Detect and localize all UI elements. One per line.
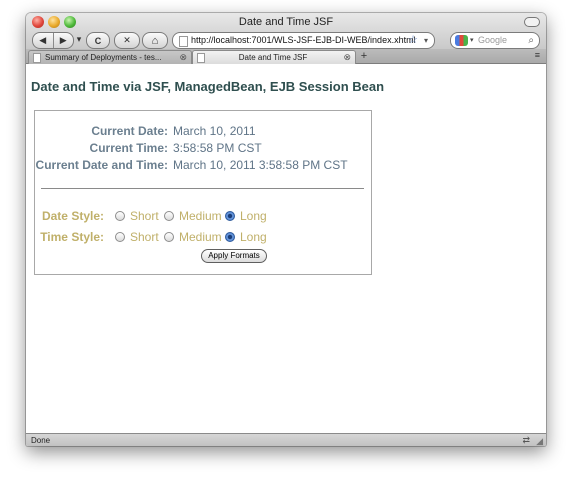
home-button[interactable]: ⌂ <box>142 32 168 49</box>
option-label: Medium <box>179 230 222 244</box>
date-style-short-radio[interactable] <box>115 211 125 221</box>
tab-label: Date and Time JSF <box>238 53 308 62</box>
time-style-medium-radio[interactable] <box>164 232 174 242</box>
reload-icon: C <box>94 35 102 46</box>
current-date-value: March 10, 2011 <box>173 124 256 138</box>
option-label: Short <box>130 230 159 244</box>
search-box[interactable]: ▾ Google ⌕ <box>450 32 540 49</box>
time-style-long-radio[interactable] <box>225 232 235 242</box>
stop-icon: ✕ <box>123 35 131 45</box>
current-time-row: Current Time: 3:58:58 PM CST <box>35 140 371 156</box>
window-title: Date and Time JSF <box>238 16 334 28</box>
page-icon <box>197 53 205 63</box>
date-style-long-radio[interactable] <box>225 211 235 221</box>
date-time-form: Current Date: March 10, 2011 Current Tim… <box>34 110 372 275</box>
time-style-short-option[interactable]: Short <box>115 229 159 245</box>
current-time-label: Current Time: <box>89 141 168 155</box>
browser-window: Date and Time JSF ◀ ▶ ▾ C ✕ ⌂ http://loc… <box>26 13 546 446</box>
option-label: Short <box>130 209 159 223</box>
stop-button[interactable]: ✕ <box>114 32 140 49</box>
bookmark-star-icon[interactable]: ☆ <box>408 33 418 48</box>
toolbar-toggle-button[interactable] <box>524 17 540 27</box>
current-time-value: 3:58:58 PM CST <box>173 141 262 155</box>
url-bar[interactable]: http://localhost:7001/WLS-JSF-EJB-DI-WEB… <box>172 32 435 49</box>
current-date-label: Current Date: <box>91 124 168 138</box>
page-icon <box>179 36 188 47</box>
apply-formats-button[interactable]: Apply Formats <box>201 249 267 263</box>
tab-list-icon[interactable]: ≡ <box>535 50 540 60</box>
back-forward-group: ◀ ▶ <box>32 32 74 49</box>
date-style-long-option[interactable]: Long <box>225 208 267 224</box>
status-bar: Done ⇄ ◢ <box>26 433 546 446</box>
divider <box>41 188 364 189</box>
page-content: Date and Time via JSF, ManagedBean, EJB … <box>26 64 546 433</box>
title-bar: Date and Time JSF ◀ ▶ ▾ C ✕ ⌂ http://loc… <box>26 13 546 50</box>
tab-bar: Summary of Deployments - tes... ⊗ Date a… <box>26 49 546 64</box>
option-label: Long <box>240 209 267 223</box>
option-label: Long <box>240 230 267 244</box>
option-label: Medium <box>179 209 222 223</box>
time-style-short-radio[interactable] <box>115 232 125 242</box>
new-tab-button[interactable]: + <box>356 50 372 63</box>
current-datetime-value: March 10, 2011 3:58:58 PM CST <box>173 158 348 172</box>
date-style-row: Date Style: Short Medium Long <box>35 208 371 224</box>
url-text: http://localhost:7001/WLS-JSF-EJB-DI-WEB… <box>191 35 416 45</box>
google-icon[interactable] <box>455 35 468 46</box>
date-style-medium-option[interactable]: Medium <box>164 208 222 224</box>
page-title: Date and Time via JSF, ManagedBean, EJB … <box>31 79 385 94</box>
tab-close-icon[interactable]: ⊗ <box>343 51 351 64</box>
date-style-medium-radio[interactable] <box>164 211 174 221</box>
connection-icon: ⇄ <box>522 435 530 445</box>
current-datetime-row: Current Date and Time: March 10, 2011 3:… <box>35 157 371 173</box>
current-datetime-label: Current Date and Time: <box>35 158 168 172</box>
current-date-row: Current Date: March 10, 2011 <box>35 123 371 139</box>
forward-button[interactable]: ▶ <box>52 33 74 48</box>
chevron-down-icon: ▾ <box>76 34 82 44</box>
tab-label: Summary of Deployments - tes... <box>45 53 162 62</box>
history-dropdown[interactable]: ▾ <box>74 32 84 47</box>
date-style-label: Date Style: <box>41 209 104 223</box>
back-button[interactable]: ◀ <box>33 33 53 48</box>
time-style-row: Time Style: Short Medium Long <box>35 229 371 245</box>
status-text: Done <box>31 436 51 445</box>
resize-grip-icon[interactable]: ◢ <box>536 435 543 446</box>
time-style-long-option[interactable]: Long <box>225 229 267 245</box>
tab-summary-of-deployments[interactable]: Summary of Deployments - tes... ⊗ <box>28 50 192 64</box>
reload-button[interactable]: C <box>86 32 110 49</box>
home-icon: ⌂ <box>151 34 159 47</box>
search-placeholder: Google <box>478 35 508 45</box>
time-style-medium-option[interactable]: Medium <box>164 229 222 245</box>
tab-date-and-time-jsf[interactable]: Date and Time JSF ⊗ <box>192 50 356 64</box>
date-style-short-option[interactable]: Short <box>115 208 159 224</box>
search-engine-dropdown-icon[interactable]: ▾ <box>470 33 474 48</box>
url-dropdown-icon[interactable]: ▾ <box>424 33 428 48</box>
time-style-label: Time Style: <box>40 230 104 244</box>
tab-close-icon[interactable]: ⊗ <box>179 51 187 64</box>
search-icon[interactable]: ⌕ <box>528 33 534 48</box>
page-icon <box>33 53 41 63</box>
